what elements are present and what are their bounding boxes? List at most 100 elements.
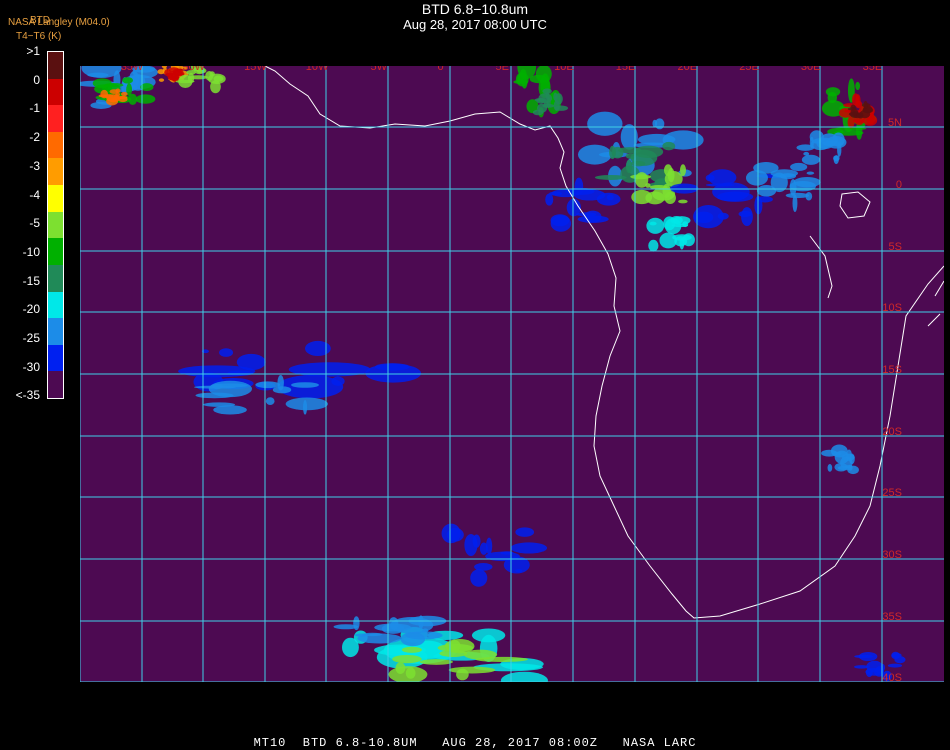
cloud-patch [654,118,665,130]
cloud-patch [187,72,195,84]
cloud-patch [609,145,616,160]
cloud-patch [633,145,664,159]
cloud-patch [584,210,602,223]
cloud-patch [550,215,572,232]
cloud-patch [472,534,481,548]
cloud-patch [663,164,673,176]
footer-caption: MT10 BTD 6.8-10.8UM AUG 28, 2017 08:00Z … [253,736,697,750]
red-sea-coast [809,235,833,299]
legend-swatch [48,131,63,159]
legend-label: -1 [29,101,40,116]
cloud-patch [851,93,860,106]
legend-label: -2 [29,130,40,145]
cloud-patch [679,237,685,250]
legend-label: <-35 [15,388,40,403]
cloud-patch [115,88,121,94]
cloud-patch [236,353,266,371]
map-timestamp: Aug 28, 2017 08:00 UTC [403,17,547,32]
cloud-patch [213,75,224,82]
cloud-patch [135,94,156,104]
legend-label: -20 [22,302,40,317]
cloud-patch [542,88,552,94]
cloud-patch [659,232,678,249]
latitude-label: 5N [888,117,902,129]
cloud-patch [392,654,422,664]
latitude-label: 40S [882,672,902,682]
legend-color-bar [47,51,64,399]
longitude-label: 20E [678,66,698,73]
cloud-patch [515,569,523,573]
legend-swatch [48,291,63,319]
cloud-patch [635,172,649,188]
longitude-label: 35E [863,66,883,73]
cloud-patch [577,144,612,165]
cloud-patch [826,135,847,149]
cloud-patch [195,392,234,399]
cloud-patch [193,385,237,389]
cloud-patch [554,93,563,105]
longitude-label: 5W [371,66,388,73]
cloud-patch [678,199,688,204]
cloud-patch [671,223,689,228]
legend-label: 0 [33,72,40,87]
cloud-patch [121,91,128,97]
cloud-patch [646,217,665,234]
cloud-patch [854,654,873,659]
cloud-patch [479,542,488,555]
cloud-patch [793,176,821,188]
cloud-patch [388,666,428,682]
cloud-patch [448,666,496,674]
latitude-label: 20S [882,426,902,438]
longitude-label: 5E [495,66,508,73]
legend-swatch [48,78,63,106]
longitude-labels: 35W 30W 15W 10W 5W 0 5E 10E 15E 20E 25E 30E 35E [121,66,883,73]
cloud-patch [543,100,549,108]
legend-label: -4 [29,187,40,202]
cloud-patch [500,671,548,682]
cloud-patch [693,204,724,229]
cloud-patch [887,663,903,668]
cloud-patch [446,527,464,542]
legend-swatch [48,264,63,292]
legend-label: >1 [26,44,40,58]
cloud-patch [827,463,833,472]
units-label: T4−T6 (K) [16,31,62,42]
cloud-patch [830,444,848,458]
legend-label: -10 [22,244,40,259]
longitude-label: 30E [801,66,821,73]
cloud-patch [474,563,493,571]
cloud-patch [863,100,868,110]
cloud-patch [390,617,434,634]
cloud-patch [219,348,234,357]
cloud-patch [265,397,275,406]
cloud-patch [862,108,870,113]
latitude-label: 30S [882,549,902,561]
cloud-patch [648,239,659,252]
longitude-label: 25E [739,66,759,73]
cloud-patch [128,93,138,105]
longitude-label: 10E [554,66,574,73]
cloud-patch [475,656,528,662]
legend-swatch [48,105,63,132]
cloud-patch [866,660,883,673]
cloud-patch [545,193,554,206]
cloud-patch [741,207,753,227]
cloud-patch [806,171,815,175]
map-canvas[interactable]: 35W 30W 15W 10W 5W 0 5E 10E 15E 20E 25E 30E 35E 5N 0 5… [80,66,944,682]
latitude-label: 10S [882,302,902,314]
cloud-patch [805,191,813,201]
cloud-patch [712,182,750,202]
legend-label: -30 [22,359,40,374]
cloud-patch [796,144,815,151]
cloud-patch [303,400,308,415]
cloud-patch [848,464,853,471]
cloud-patch [515,527,535,537]
satellite-map[interactable]: 35W 30W 15W 10W 5W 0 5E 10E 15E 20E 25E 30E 35E 5N 0 5… [80,66,944,682]
legend-label: -3 [29,158,40,173]
cloud-patch [456,668,469,681]
legend-swatch [48,371,63,398]
cloud-patch [395,662,406,675]
longitude-label: 10W [306,66,329,73]
legend-swatch [48,185,63,212]
longitude-label: 30W [182,66,205,73]
